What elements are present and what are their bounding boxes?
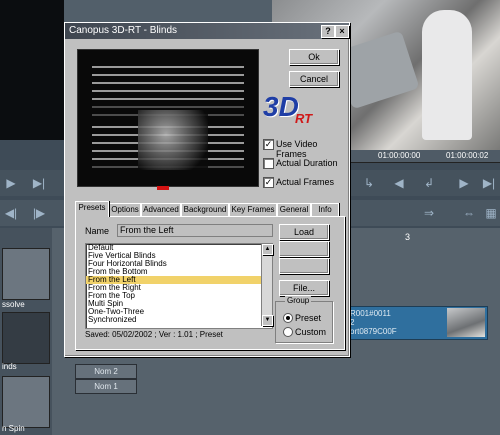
tab-info[interactable]: Info <box>311 203 339 216</box>
preview-blind <box>92 106 244 108</box>
timeline-clip[interactable]: R001#0011 2 ort0879C00F <box>346 306 488 340</box>
clip-line-3: ort0879C00F <box>350 327 397 336</box>
tab-presets[interactable]: Presets <box>75 201 109 217</box>
canopus-3drt-logo: 3D RT <box>263 91 313 135</box>
forward-icon[interactable]: ▶ <box>455 176 473 190</box>
timecode-2: 01:00:00:02 <box>446 151 489 160</box>
close-button[interactable]: × <box>335 25 349 38</box>
scroll-up-icon[interactable]: ▲ <box>262 244 273 255</box>
clip-line-2: 2 <box>350 318 355 327</box>
custom-radio-label: Custom <box>295 327 327 337</box>
save-button[interactable] <box>279 241 329 257</box>
preview-blind <box>92 82 244 84</box>
source-preview <box>0 0 64 140</box>
next-edit-icon[interactable]: |▶ <box>30 206 48 220</box>
dialog-title: Canopus 3D-RT - Blinds <box>69 25 178 36</box>
timecode-1: 01:00:00:00 <box>378 151 421 160</box>
prev-edit-icon[interactable]: ◀| <box>2 206 20 220</box>
preset-radio[interactable] <box>283 313 293 323</box>
timeline-ruler[interactable]: 01:00:00:00 01:00:00:02 <box>346 150 500 163</box>
track-number: 3 <box>405 232 411 242</box>
preset-list-scrollbar[interactable]: ▲ ▼ <box>261 244 273 326</box>
effects-bin: ssolve inds n Spin <box>0 228 52 435</box>
clip-thumbnail <box>447 308 485 337</box>
bin-thumb-dissolve[interactable] <box>2 248 50 300</box>
scroll-down-icon[interactable]: ▼ <box>262 315 273 326</box>
preset-radio-label: Preset <box>295 313 322 323</box>
delete-button[interactable] <box>279 258 329 274</box>
play-icon[interactable]: ▶ <box>2 176 20 190</box>
grid-tool-icon[interactable]: ▦ <box>482 206 500 220</box>
dialog-titlebar[interactable]: Canopus 3D-RT - Blinds ? × <box>65 23 349 39</box>
blinds-dialog: Canopus 3D-RT - Blinds ? × Ok Cancel 3D … <box>64 22 350 357</box>
preview-blind <box>92 66 244 68</box>
preview-blind <box>92 90 244 92</box>
preset-list[interactable]: Default Five Vertical Blinds Four Horizo… <box>85 243 273 329</box>
name-label: Name <box>85 226 110 236</box>
mark-in-icon[interactable]: ↳ <box>360 176 378 190</box>
rewind-icon[interactable]: ◀ <box>390 176 408 190</box>
logo-3d-text: 3D <box>263 91 299 122</box>
actual-duration-label: Actual Duration <box>276 158 338 168</box>
actual-frames-label: Actual Frames <box>276 177 335 187</box>
use-video-frames-checkbox[interactable]: ✓ <box>263 139 274 150</box>
effect-preview <box>77 49 259 187</box>
track-row-nom1[interactable]: Nom 1 <box>75 379 137 394</box>
split-tool-icon[interactable]: ⇔ <box>460 206 478 220</box>
list-item[interactable]: Synchronized <box>86 316 272 324</box>
tab-background[interactable]: Background <box>181 203 229 216</box>
file-button[interactable]: File... <box>279 280 329 296</box>
bin-thumb-blinds[interactable] <box>2 312 50 364</box>
help-button[interactable]: ? <box>321 25 335 38</box>
tab-key-frames[interactable]: Key Frames <box>229 203 277 216</box>
tab-general[interactable]: General <box>277 203 311 216</box>
next-clip-icon[interactable]: ▶| <box>480 176 498 190</box>
group-label: Group <box>285 296 312 305</box>
custom-radio[interactable] <box>283 327 293 337</box>
preset-name-field[interactable]: From the Left <box>117 224 273 237</box>
clip-line-1: R001#0011 <box>350 309 391 318</box>
ok-button[interactable]: Ok <box>289 49 339 65</box>
track-row-nom2[interactable]: Nom 2 <box>75 364 137 379</box>
cancel-button[interactable]: Cancel <box>289 71 339 87</box>
preview-blind <box>92 74 244 76</box>
dialog-tabs: Presets Options Advanced Background Key … <box>75 201 343 217</box>
bin-thumb-spin[interactable] <box>2 376 50 428</box>
bin-label-dissolve: ssolve <box>2 300 25 309</box>
preset-status: Saved: 05/02/2002 ; Ver : 1.01 ; Preset <box>85 330 223 339</box>
arrow-tool-icon[interactable]: ⇒ <box>420 206 438 220</box>
step-forward-icon[interactable]: ▶| <box>30 176 48 190</box>
preview-figure <box>138 110 208 170</box>
preview-blind <box>92 98 244 100</box>
mark-out-icon[interactable]: ↲ <box>420 176 438 190</box>
load-button[interactable]: Load <box>279 224 329 240</box>
video-worker <box>422 10 472 140</box>
logo-rt-text: RT <box>295 111 313 126</box>
bin-label-blinds: inds <box>2 362 17 371</box>
bin-label-spin: n Spin <box>2 424 25 433</box>
preview-position-marker[interactable] <box>157 186 169 190</box>
tab-options[interactable]: Options <box>109 203 141 216</box>
actual-duration-checkbox[interactable] <box>263 158 274 169</box>
use-video-frames-label: Use Video Frames <box>276 139 318 159</box>
tab-advanced[interactable]: Advanced <box>141 203 181 216</box>
actual-frames-checkbox[interactable]: ✓ <box>263 177 274 188</box>
